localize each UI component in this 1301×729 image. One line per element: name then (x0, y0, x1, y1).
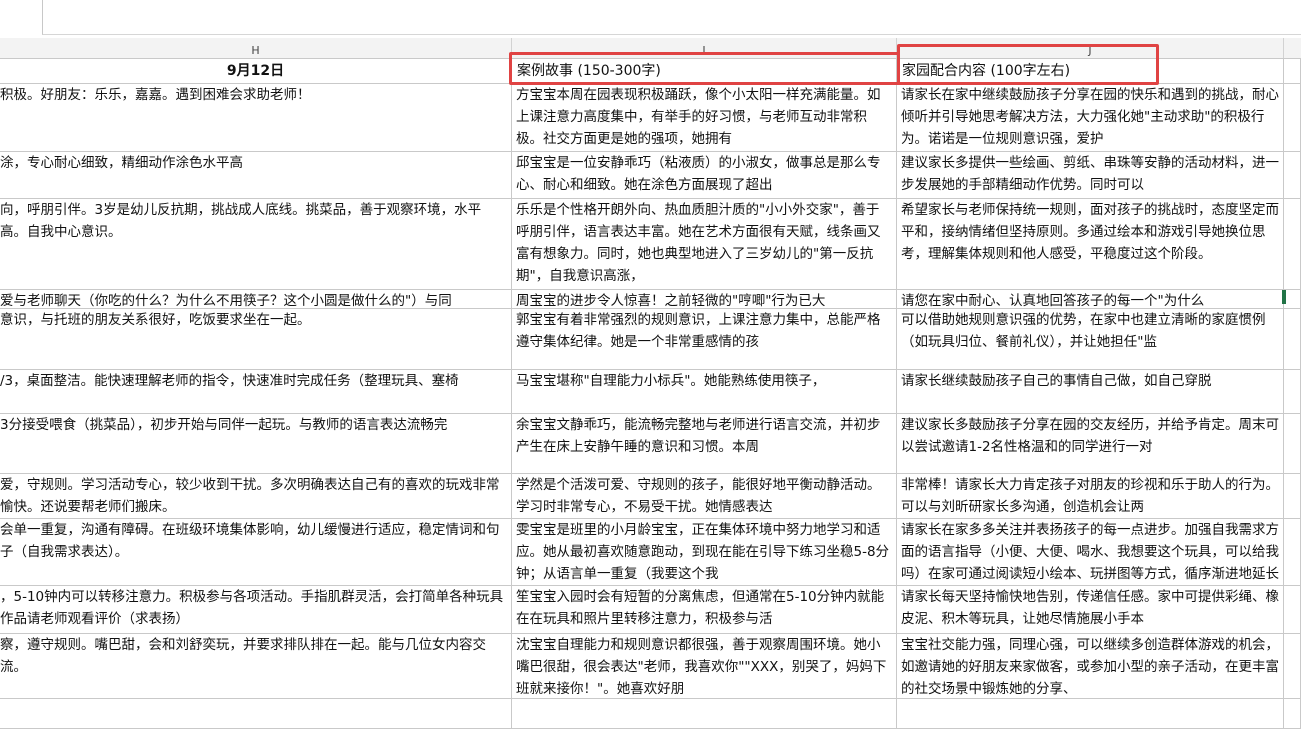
cell-i-row-6[interactable]: 马宝宝堪称"自理能力小标兵"。她能熟练使用筷子， (512, 370, 897, 414)
cell-i-row-9[interactable]: 雯宝宝是班里的小月龄宝宝，正在集体环境中努力地学习和适应。她从最初喜欢随意跑动，… (512, 519, 897, 586)
cell-i-row-4[interactable]: 周宝宝的进步令人惊喜！之前轻微的"哼唧"行为已大 (512, 290, 897, 309)
cell-k-row-12[interactable] (1284, 699, 1301, 729)
header-cell-extra[interactable] (1284, 59, 1301, 84)
cell-h-row-4[interactable]: 爱与老师聊天（你吃的什么？为什么不用筷子？这个小圆是做什么的"）与同 (0, 290, 512, 309)
cell-j-row-7[interactable]: 建议家长多鼓励孩子分享在园的交友经历，并给予肯定。周末可以尝试邀请1-2名性格温… (897, 414, 1284, 474)
cell-j-row-9[interactable]: 请家长在家多多关注并表扬孩子的每一点进步。加强自我需求方面的语言指导（小便、大便… (897, 519, 1284, 586)
formula-bar-area (0, 0, 1301, 38)
highlight-box-story (509, 52, 900, 85)
cell-k-row-8[interactable] (1284, 474, 1301, 519)
cell-h-row-2[interactable]: 涂，专心耐心细致，精细动作涂色水平高 (0, 152, 512, 199)
cell-i-row-10[interactable]: 笙宝宝入园时会有短暂的分离焦虑，但通常在5-10分钟内就能在在玩具和照片里转移注… (512, 586, 897, 634)
cell-k-row-7[interactable] (1284, 414, 1301, 474)
highlight-box-home (897, 44, 1159, 85)
selection-marker (1282, 290, 1286, 304)
cell-i-row-1[interactable]: 方宝宝本周在园表现积极踊跃，像个小太阳一样充满能量。如上课注意力高度集中，有举手… (512, 84, 897, 152)
cell-k-row-1[interactable] (1284, 84, 1301, 152)
column-header-h[interactable]: H (0, 38, 512, 58)
cell-k-row-9[interactable] (1284, 519, 1301, 586)
cell-h-row-1[interactable]: 积极。好朋友：乐乐，嘉嘉。遇到困难会求助老师！ (0, 84, 512, 152)
cell-j-row-8[interactable]: 非常棒！请家长大力肯定孩子对朋友的珍视和乐于助人的行为。可以与刘昕研家长多沟通，… (897, 474, 1284, 519)
cell-i-row-11[interactable]: 沈宝宝自理能力和规则意识都很强，善于观察周围环境。她小嘴巴很甜，很会表达"老师，… (512, 634, 897, 699)
cell-i-row-8[interactable]: 学然是个活泼可爱、守规则的孩子，能很好地平衡动静活动。学习时非常专心，不易受干扰… (512, 474, 897, 519)
cell-k-row-11[interactable] (1284, 634, 1301, 699)
cell-i-row-12[interactable] (512, 699, 897, 729)
cell-i-row-5[interactable]: 郭宝宝有着非常强烈的规则意识，上课注意力集中，总能严格遵守集体纪律。她是一个非常… (512, 309, 897, 370)
column-header-k[interactable] (1284, 38, 1301, 58)
cell-h-row-5[interactable]: 意识，与托班的朋友关系很好，吃饭要求坐在一起。 (0, 309, 512, 370)
spreadsheet: H I J 9月12日 案例故事 (150-300字) 家园配合内容 (100字… (0, 0, 1301, 729)
cell-i-row-7[interactable]: 余宝宝文静乖巧，能流畅完整地与老师进行语言交流，并初步产生在床上安静午睡的意识和… (512, 414, 897, 474)
cell-h-row-11[interactable]: 察，遵守规则。嘴巴甜，会和刘舒奕玩，并要求排队排在一起。能与几位女内容交流。 (0, 634, 512, 699)
formula-input[interactable] (42, 0, 1301, 35)
cell-j-row-5[interactable]: 可以借助她规则意识强的优势，在家中也建立清晰的家庭惯例（如玩具归位、餐前礼仪），… (897, 309, 1284, 370)
cell-k-row-2[interactable] (1284, 152, 1301, 199)
cell-k-row-5[interactable] (1284, 309, 1301, 370)
header-cell-date[interactable]: 9月12日 (0, 59, 512, 84)
cell-j-row-2[interactable]: 建议家长多提供一些绘画、剪纸、串珠等安静的活动材料，进一步发展她的手部精细动作优… (897, 152, 1284, 199)
cell-j-row-6[interactable]: 请家长继续鼓励孩子自己的事情自己做，如自己穿脱 (897, 370, 1284, 414)
cell-k-row-4[interactable] (1284, 290, 1301, 309)
cell-j-row-1[interactable]: 请家长在家中继续鼓励孩子分享在园的快乐和遇到的挑战，耐心倾听并引导她思考解决方法… (897, 84, 1284, 152)
cell-h-row-9[interactable]: 会单一重复，沟通有障碍。在班级环境集体影响，幼儿缓慢进行适应，稳定情词和句子（自… (0, 519, 512, 586)
cell-h-row-12[interactable] (0, 699, 512, 729)
cell-h-row-3[interactable]: 向，呼朋引伴。3岁是幼儿反抗期，挑战成人底线。挑菜品，善于观察环境，水平高。自我… (0, 199, 512, 290)
cell-h-row-6[interactable]: /3，桌面整洁。能快速理解老师的指令，快速准时完成任务（整理玩具、塞椅 (0, 370, 512, 414)
cell-j-row-12[interactable] (897, 699, 1284, 729)
cell-h-row-8[interactable]: 爱，守规则。学习活动专心，较少收到干扰。多次明确表达自己有的喜欢的玩戏非常愉快。… (0, 474, 512, 519)
cell-k-row-10[interactable] (1284, 586, 1301, 634)
cell-i-row-3[interactable]: 乐乐是个性格开朗外向、热血质胆汁质的"小小外交家"，善于呼朋引伴，语言表达丰富。… (512, 199, 897, 290)
cell-grid: 9月12日 案例故事 (150-300字) 家园配合内容 (100字左右) 积极… (0, 59, 1301, 729)
cell-h-row-7[interactable]: 3分接受喂食（挑菜品），初步开始与同伴一起玩。与教师的语言表达流畅完 (0, 414, 512, 474)
cell-h-row-10[interactable]: ，5-10钟内可以转移注意力。积极参与各项活动。手指肌群灵活，会打简单各种玩具作… (0, 586, 512, 634)
cell-i-row-2[interactable]: 邱宝宝是一位安静乖巧（粘液质）的小淑女，做事总是那么专心、耐心和细致。她在涂色方… (512, 152, 897, 199)
cell-j-row-10[interactable]: 请家长每天坚持愉快地告别，传递信任感。家中可提供彩绳、橡皮泥、积木等玩具，让她尽… (897, 586, 1284, 634)
cell-j-row-11[interactable]: 宝宝社交能力强，同理心强，可以继续多创造群体游戏的机会，如邀请她的好朋友来家做客… (897, 634, 1284, 699)
cell-j-row-3[interactable]: 希望家长与老师保持统一规则，面对孩子的挑战时，态度坚定而平和，接纳情绪但坚持原则… (897, 199, 1284, 290)
cell-j-row-4[interactable]: 请您在家中耐心、认真地回答孩子的每一个"为什么 (897, 290, 1284, 309)
cell-k-row-3[interactable] (1284, 199, 1301, 290)
cell-k-row-6[interactable] (1284, 370, 1301, 414)
